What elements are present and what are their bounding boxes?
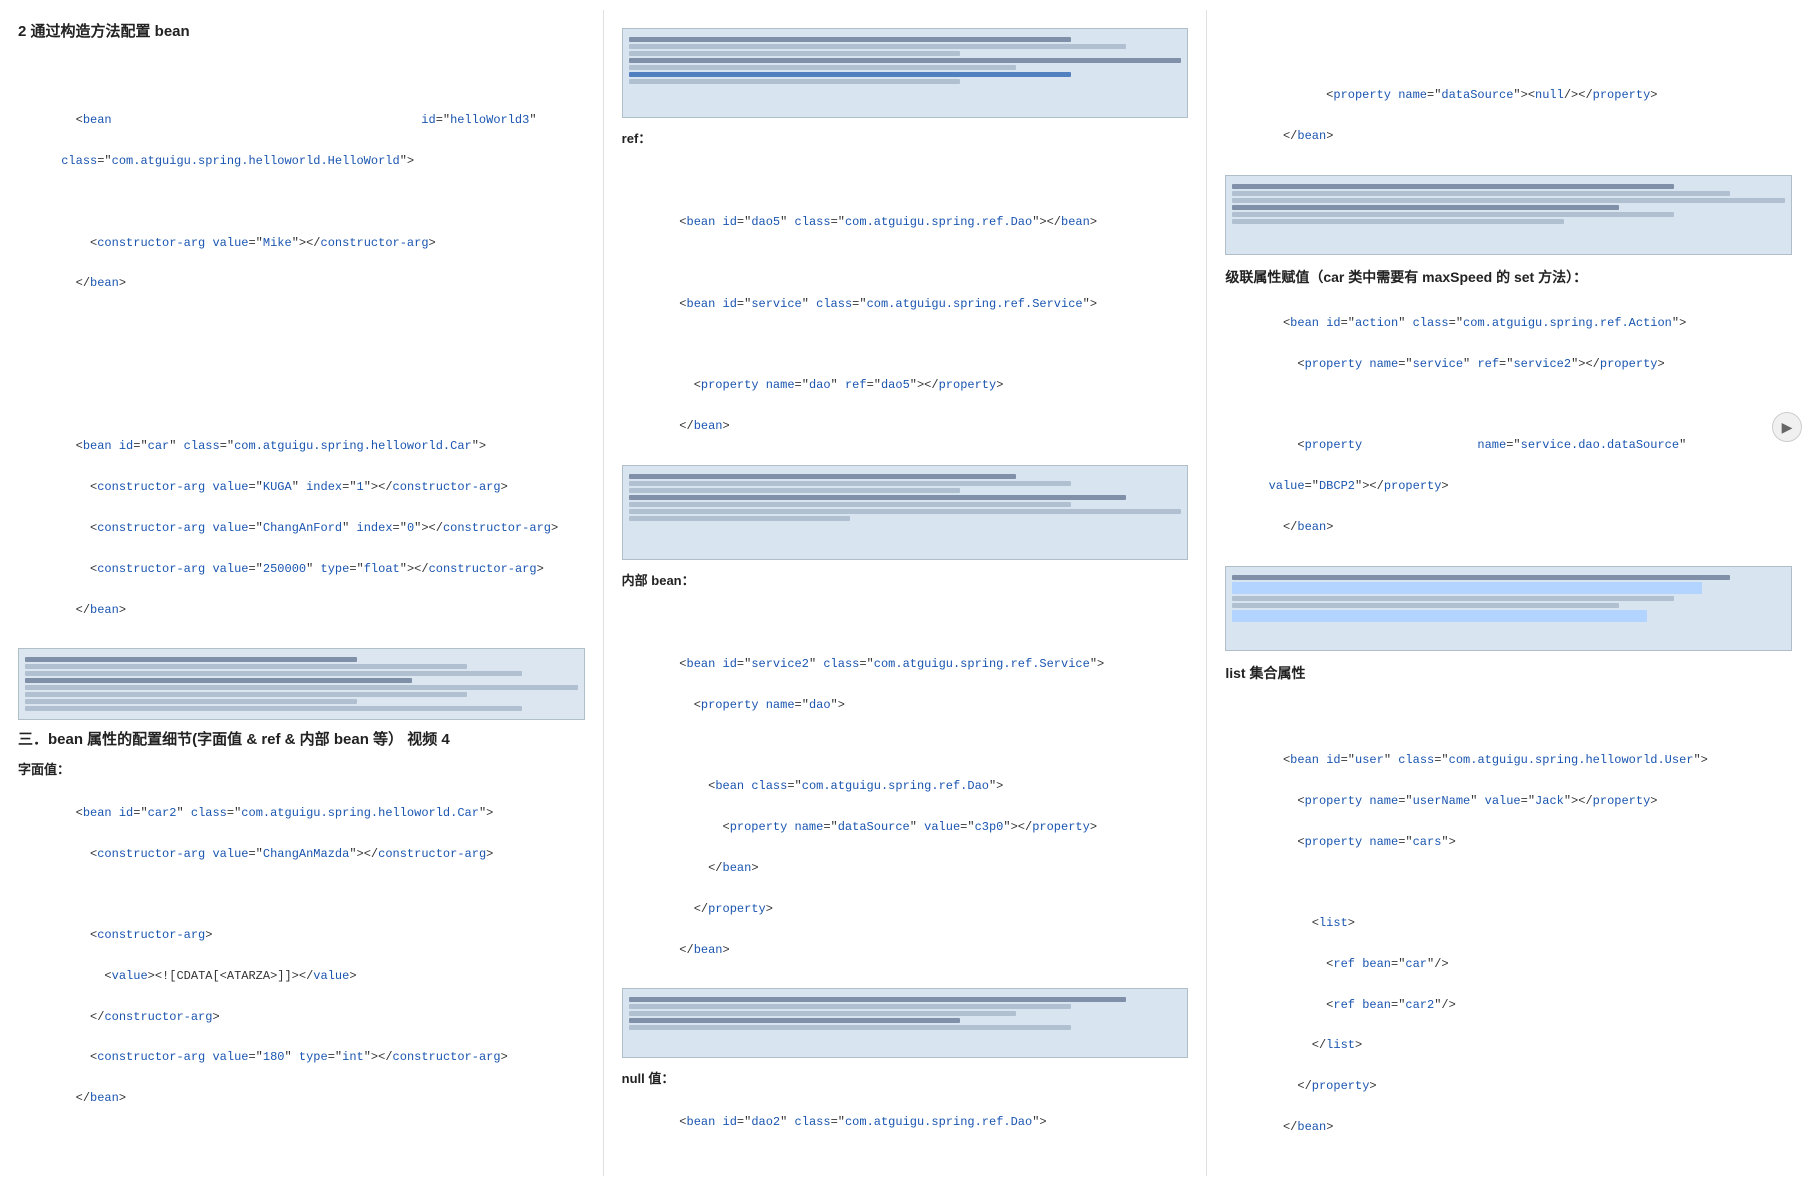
ref-code: <bean id="dao5" class="com.atguigu.sprin… <box>622 151 1189 457</box>
literal-value-label: 字面值： <box>18 759 585 778</box>
null-code: <bean id="dao2" class="com.atguigu.sprin… <box>622 1091 1189 1152</box>
section1-code: <bean id="helloWorld3" class="com.atguig… <box>18 49 585 640</box>
page-container: 2 通过构造方法配置 bean <bean id="helloWorld3" c… <box>0 0 1810 1186</box>
cascade-title: 级联属性赋值（car 类中需要有 maxSpeed 的 set 方法）： <box>1225 267 1792 287</box>
screenshot-col3-top <box>1225 175 1792 255</box>
list-code: <bean id="user" class="com.atguigu.sprin… <box>1225 689 1792 1158</box>
section2-title: 三．bean 属性的配置细节(字面值 & ref & 内部 bean 等） 视频… <box>18 728 585 749</box>
cascade-code: <bean id="action" class="com.atguigu.spr… <box>1225 293 1792 558</box>
column-3: <property name="dataSource"><null/></pro… <box>1207 10 1810 1176</box>
screenshot-person <box>622 465 1189 560</box>
list-title: list 集合属性 <box>1225 663 1792 683</box>
inner-bean-code: <bean id="service2" class="com.atguigu.s… <box>622 593 1189 980</box>
section1-title: 2 通过构造方法配置 bean <box>18 20 585 41</box>
inner-bean-label: 内部 bean： <box>622 570 1189 589</box>
column-2: ref： <bean id="dao5" class="com.atguigu.… <box>604 10 1208 1176</box>
literal-value-code: <bean id="car2" class="com.atguigu.sprin… <box>18 782 585 1129</box>
next-arrow[interactable]: ▶ <box>1772 412 1802 442</box>
screenshot-car <box>622 988 1189 1058</box>
screenshot-1 <box>18 648 585 720</box>
null-label: null 值： <box>622 1068 1189 1087</box>
screenshot-2 <box>622 28 1189 118</box>
ref-label: ref： <box>622 128 1189 147</box>
screenshot-cascade <box>1225 566 1792 651</box>
column-1: 2 通过构造方法配置 bean <bean id="helloWorld3" c… <box>0 10 604 1176</box>
col3-top-comment: <property name="dataSource"><null/></pro… <box>1225 24 1792 167</box>
